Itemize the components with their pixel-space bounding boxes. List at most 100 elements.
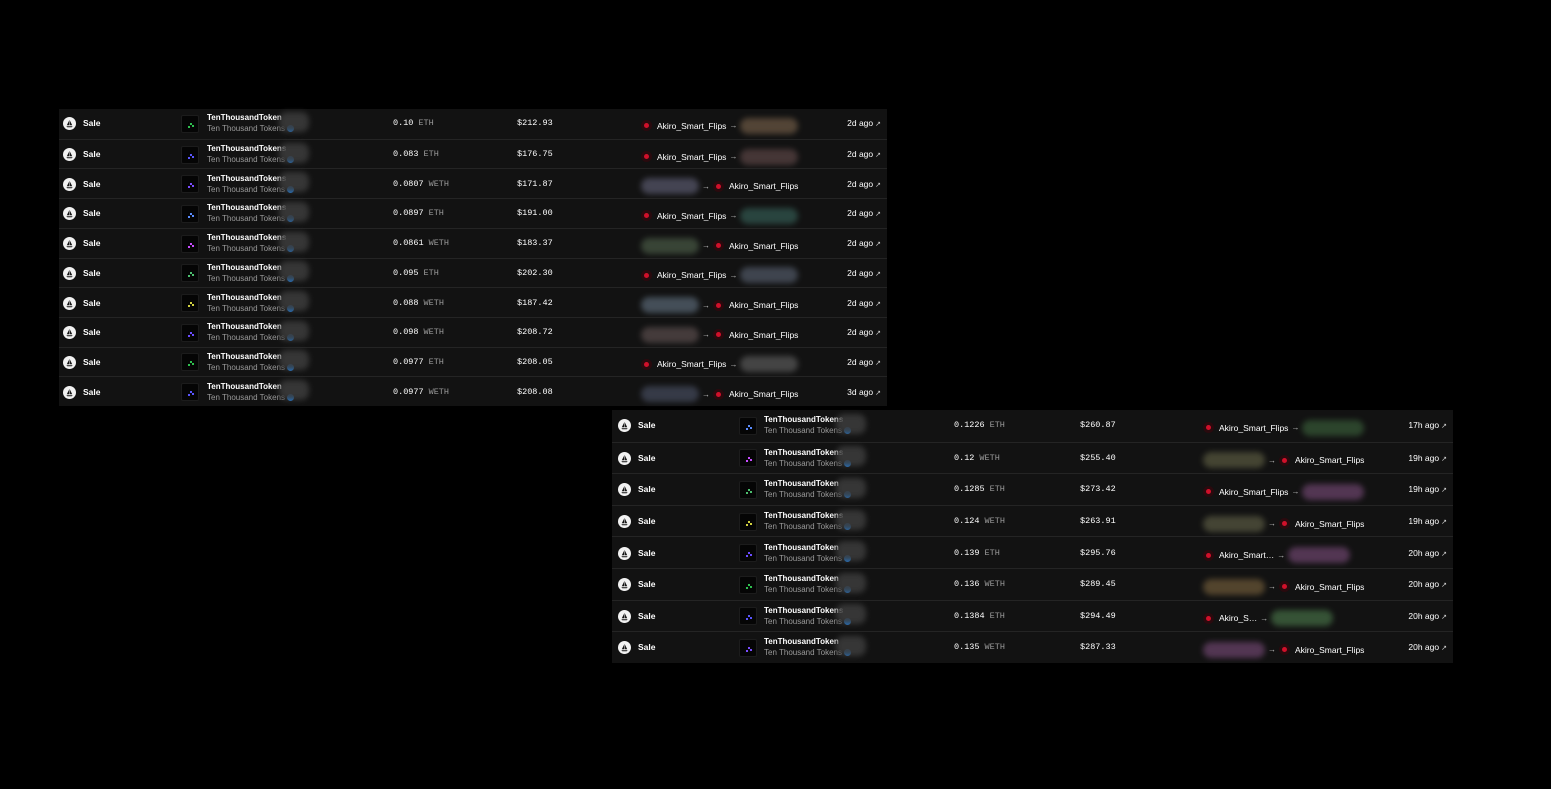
- event-time-link[interactable]: 2d ago ↗: [847, 298, 881, 308]
- username: Akiro_Smart_Flips: [1295, 455, 1365, 466]
- event-time-link[interactable]: 2d ago ↗: [847, 238, 881, 248]
- table-row[interactable]: Sale TenThousandToken Ten Thousand Tokens 0…: [612, 568, 1453, 601]
- table-row[interactable]: Sale TenThousandTokens Ten Thousand Tokens…: [612, 504, 1453, 538]
- redacted-from-user[interactable]: [641, 297, 699, 314]
- from-user[interactable]: Akiro_Smart_Flips: [641, 358, 726, 370]
- pixel-mark: [750, 522, 752, 525]
- from-user[interactable]: Akiro_Smart_Flips: [641, 210, 726, 222]
- nft-thumbnail[interactable]: [739, 449, 757, 468]
- event-time-link[interactable]: 2d ago ↗: [847, 357, 881, 367]
- event-time-link[interactable]: 20h ago ↗: [1408, 548, 1447, 558]
- to-user[interactable]: Akiro_Smart_Flips: [713, 388, 798, 400]
- event-time-link[interactable]: 19h ago ↗: [1408, 484, 1447, 494]
- nft-thumbnail[interactable]: [181, 323, 199, 342]
- nft-thumbnail[interactable]: [181, 264, 199, 283]
- to-user[interactable]: Akiro_Smart_Flips: [713, 299, 798, 311]
- redacted-to-user[interactable]: [740, 117, 799, 134]
- redacted-to-user[interactable]: [1271, 610, 1334, 627]
- price-currency: ETH: [423, 149, 439, 160]
- event-time-link[interactable]: 3d ago ↗: [847, 387, 881, 397]
- redacted-token-id: [836, 572, 866, 593]
- table-row[interactable]: Sale TenThousandTokens Ten Thousand Tokens…: [59, 198, 887, 229]
- table-row[interactable]: Sale TenThousandTokens Ten Thousand Tokens…: [59, 138, 887, 170]
- to-user[interactable]: Akiro_Smart_Flips: [713, 180, 798, 192]
- table-row[interactable]: Sale TenThousandToken Ten Thousand Tokens 0…: [612, 473, 1453, 506]
- to-user[interactable]: Akiro_Smart_Flips: [1279, 644, 1364, 656]
- table-row[interactable]: Sale TenThousandTokens Ten Thousand Tokens…: [59, 168, 887, 199]
- redacted-from-user[interactable]: [641, 237, 699, 254]
- table-row[interactable]: Sale TenThousandToken Ten Thousand Tokens 0…: [59, 257, 887, 289]
- to-user[interactable]: Akiro_Smart_Flips: [1279, 581, 1364, 593]
- table-row[interactable]: Sale TenThousandTokens Ten Thousand Tokens…: [612, 441, 1453, 475]
- from-user[interactable]: Akiro_Smart_Flips: [641, 120, 726, 132]
- to-user[interactable]: Akiro_Smart_Flips: [1279, 454, 1365, 466]
- nft-thumbnail[interactable]: [181, 383, 199, 402]
- event-time-link[interactable]: 2d ago ↗: [847, 208, 881, 218]
- nft-thumbnail[interactable]: [739, 607, 757, 626]
- redacted-from-user[interactable]: [1203, 452, 1265, 469]
- redacted-from-user[interactable]: [1203, 578, 1265, 595]
- nft-thumbnail[interactable]: [739, 416, 757, 435]
- from-user[interactable]: Akiro_Smart_Flips: [1203, 486, 1288, 498]
- from-user[interactable]: Akiro_S…: [1203, 612, 1257, 624]
- table-row[interactable]: Sale TenThousandToken Ten Thousand Tokens 0…: [59, 316, 887, 348]
- nft-thumbnail[interactable]: [739, 544, 757, 563]
- nft-thumbnail[interactable]: [181, 114, 199, 133]
- redacted-to-user[interactable]: [1302, 483, 1365, 500]
- to-user[interactable]: Akiro_Smart_Flips: [713, 329, 798, 341]
- nft-thumbnail[interactable]: [181, 145, 199, 164]
- nft-thumbnail[interactable]: [739, 638, 757, 657]
- redacted-to-user[interactable]: [740, 267, 799, 284]
- redacted-to-user[interactable]: [740, 356, 799, 373]
- event-time-link[interactable]: 2d ago ↗: [847, 268, 881, 278]
- nft-thumbnail[interactable]: [181, 353, 199, 372]
- user-avatar: [1279, 454, 1290, 466]
- event-time-link[interactable]: 2d ago ↗: [847, 118, 881, 128]
- table-row[interactable]: Sale TenThousandToken Ten Thousand Tokens 0…: [59, 109, 887, 139]
- event-time-link[interactable]: 19h ago ↗: [1408, 453, 1447, 463]
- redacted-to-user[interactable]: [740, 207, 799, 224]
- table-row[interactable]: Sale TenThousandTokens Ten Thousand Tokens…: [59, 227, 887, 259]
- redacted-from-user[interactable]: [641, 178, 699, 195]
- table-row[interactable]: Sale TenThousandToken Ten Thousand Tokens 0…: [59, 287, 887, 318]
- redacted-from-user[interactable]: [641, 386, 699, 403]
- table-row[interactable]: Sale TenThousandTokens Ten Thousand Tokens…: [612, 410, 1453, 442]
- nft-thumbnail[interactable]: [181, 234, 199, 253]
- to-user[interactable]: Akiro_Smart_Flips: [713, 240, 798, 252]
- event-time-link[interactable]: 2d ago ↗: [847, 179, 881, 189]
- price-amount: 0.0861: [393, 238, 424, 249]
- from-user[interactable]: Akiro_Smart_Flips: [641, 151, 726, 163]
- table-row[interactable]: Sale TenThousandToken Ten Thousand Tokens 0…: [59, 376, 887, 407]
- nft-thumbnail[interactable]: [739, 575, 757, 594]
- event-time-link[interactable]: 19h ago ↗: [1408, 516, 1447, 526]
- nft-thumbnail[interactable]: [181, 294, 199, 313]
- table-row[interactable]: Sale TenThousandToken Ten Thousand Tokens 0…: [612, 536, 1453, 569]
- event-time-link[interactable]: 2d ago ↗: [847, 327, 881, 337]
- nft-thumbnail[interactable]: [739, 512, 757, 531]
- transfer-parties: Akiro_Smart_Flips →: [1203, 483, 1365, 500]
- event-time-link[interactable]: 20h ago ↗: [1408, 642, 1447, 652]
- redacted-to-user[interactable]: [740, 148, 799, 165]
- nft-thumbnail[interactable]: [181, 204, 199, 223]
- user-avatar: [1203, 422, 1214, 434]
- from-user[interactable]: Akiro_Smart_Flips: [1203, 422, 1288, 434]
- redacted-to-user[interactable]: [1302, 419, 1365, 436]
- table-row[interactable]: Sale TenThousandToken Ten Thousand Tokens 0…: [59, 346, 887, 378]
- event-time-link[interactable]: 20h ago ↗: [1408, 579, 1447, 589]
- from-user[interactable]: Akiro_Smart…: [1203, 549, 1274, 561]
- event-time-link[interactable]: 17h ago ↗: [1408, 420, 1447, 430]
- redacted-to-user[interactable]: [1288, 547, 1351, 564]
- table-row[interactable]: Sale TenThousandTokens Ten Thousand Tokens…: [612, 599, 1453, 633]
- user-avatar: [1279, 518, 1290, 530]
- nft-thumbnail[interactable]: [739, 480, 757, 499]
- from-user[interactable]: Akiro_Smart_Flips: [641, 269, 726, 281]
- table-row[interactable]: Sale TenThousandToken Ten Thousand Tokens 0…: [612, 631, 1453, 664]
- event-time-link[interactable]: 20h ago ↗: [1408, 611, 1447, 621]
- redacted-from-user[interactable]: [641, 326, 699, 343]
- nft-thumbnail[interactable]: [181, 175, 199, 194]
- transfer-parties: → Akiro_Smart_Flips: [1203, 515, 1364, 532]
- redacted-from-user[interactable]: [1203, 641, 1265, 658]
- redacted-from-user[interactable]: [1203, 515, 1265, 532]
- to-user[interactable]: Akiro_Smart_Flips: [1279, 518, 1364, 530]
- event-time-link[interactable]: 2d ago ↗: [847, 149, 881, 159]
